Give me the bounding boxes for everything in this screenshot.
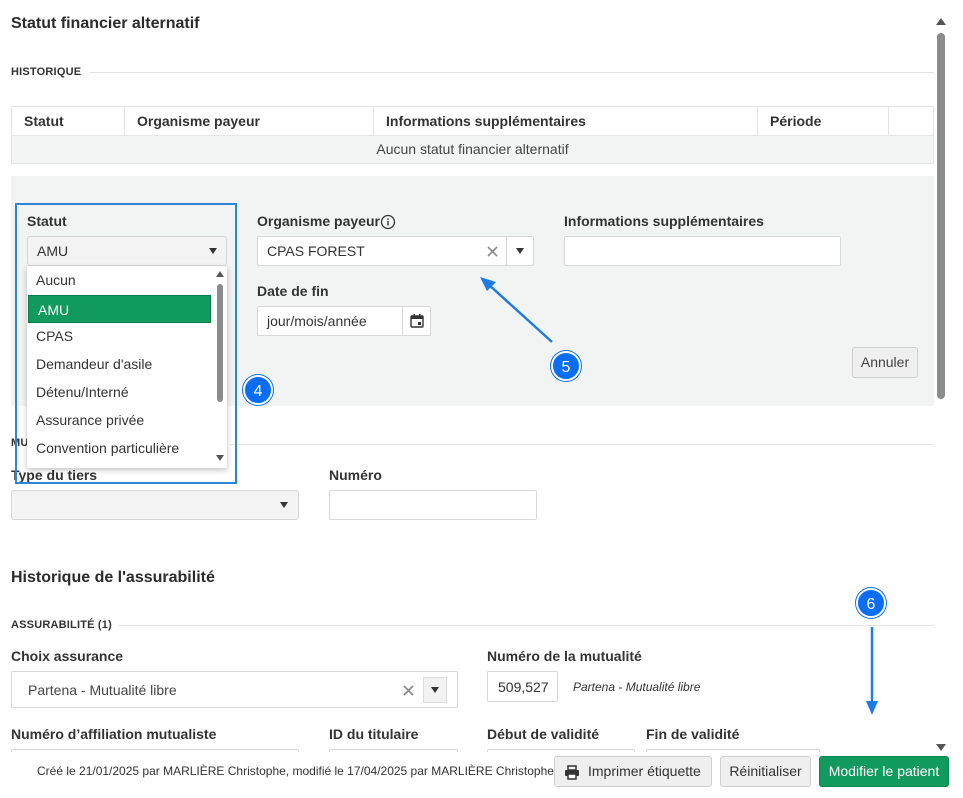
debut-validite-label: Début de validité: [487, 726, 600, 742]
clear-icon[interactable]: [403, 685, 414, 696]
annotation-arrow-6: [866, 627, 878, 715]
chevron-down-icon: [280, 502, 288, 508]
history-table-header: Statut Organisme payeur Informations sup…: [12, 107, 933, 136]
page-scroll-down-icon[interactable]: [936, 744, 946, 751]
date-fin-input[interactable]: jour/mois/année: [257, 306, 431, 336]
audit-info: Créé le 21/01/2025 par MARLIÈRE Christop…: [37, 764, 554, 778]
col-infos[interactable]: Informations supplémentaires: [374, 107, 758, 135]
date-fin-placeholder: jour/mois/année: [267, 313, 367, 329]
calendar-icon[interactable]: [409, 313, 425, 329]
organisme-label: Organisme payeur: [257, 213, 380, 229]
titulaire-label: ID du titulaire: [329, 726, 419, 742]
chevron-down-icon: [431, 687, 439, 693]
organisme-select-value: CPAS FOREST: [267, 243, 365, 259]
footer-bar: Créé le 21/01/2025 par MARLIÈRE Christop…: [0, 752, 963, 798]
history-empty-row: Aucun statut financier alternatif: [12, 136, 933, 163]
historique-section-label: HISTORIQUE: [11, 66, 82, 78]
choix-assurance-value: Partena - Mutualité libre: [28, 682, 177, 698]
select-divider: [506, 237, 507, 265]
numero-label: Numéro: [329, 467, 382, 483]
clear-icon[interactable]: [487, 246, 498, 257]
col-statut[interactable]: Statut: [12, 107, 125, 135]
history-table: Statut Organisme payeur Informations sup…: [11, 106, 934, 164]
section-divider: [89, 72, 934, 73]
affiliation-label: Numéro d’affiliation mutualiste: [11, 726, 217, 742]
page-scrollbar-thumb[interactable]: [937, 33, 945, 399]
col-organisme[interactable]: Organisme payeur: [125, 107, 374, 135]
fin-validite-label: Fin de validité: [646, 726, 740, 742]
info-icon[interactable]: [380, 214, 396, 230]
section-divider: [118, 625, 934, 626]
section-divider: [230, 444, 934, 445]
print-label-button[interactable]: Imprimer étiquette: [554, 756, 712, 787]
choix-assurance-select[interactable]: Partena - Mutualité libre: [11, 671, 458, 708]
assurabilite-section-label: ASSURABILITÉ (1): [11, 619, 112, 631]
num-mutualite-input[interactable]: 509,527: [487, 671, 558, 702]
annotation-badge-4: 4: [243, 375, 273, 405]
select-toggle[interactable]: [423, 677, 447, 703]
col-actions: [889, 107, 933, 135]
organisme-select[interactable]: CPAS FOREST: [257, 236, 534, 266]
annotation-highlight-box: [15, 203, 237, 484]
num-mutualite-label: Numéro de la mutualité: [487, 648, 642, 664]
reset-button[interactable]: Réinitialiser: [720, 756, 811, 787]
infos-label: Informations supplémentaires: [564, 213, 764, 229]
modify-patient-button[interactable]: Modifier le patient: [819, 756, 949, 787]
annotation-arrow-5: [480, 277, 553, 343]
num-mutualite-value: 509,527: [498, 679, 549, 695]
numero-input[interactable]: [329, 490, 537, 520]
printer-icon: [565, 765, 579, 780]
annotation-badge-5: 5: [551, 351, 581, 381]
page-title: Statut financier alternatif: [11, 15, 200, 32]
print-label-text: Imprimer étiquette: [588, 763, 701, 779]
assurabilite-title: Historique de l'assurabilité: [11, 569, 215, 586]
col-periode[interactable]: Période: [758, 107, 889, 135]
page-scroll-up-icon[interactable]: [936, 18, 946, 25]
date-fin-label: Date de fin: [257, 283, 329, 299]
type-tiers-select[interactable]: [11, 490, 299, 520]
chevron-down-icon[interactable]: [516, 248, 524, 254]
annotation-badge-6: 6: [856, 588, 886, 618]
date-divider: [402, 307, 403, 335]
choix-assurance-label: Choix assurance: [11, 648, 124, 664]
annuler-button[interactable]: Annuler: [852, 347, 918, 378]
mutualite-name: Partena - Mutualité libre: [573, 680, 701, 694]
infos-input[interactable]: [564, 236, 841, 266]
main-scroll-area[interactable]: Statut financier alternatif HISTORIQUE S…: [0, 0, 934, 752]
